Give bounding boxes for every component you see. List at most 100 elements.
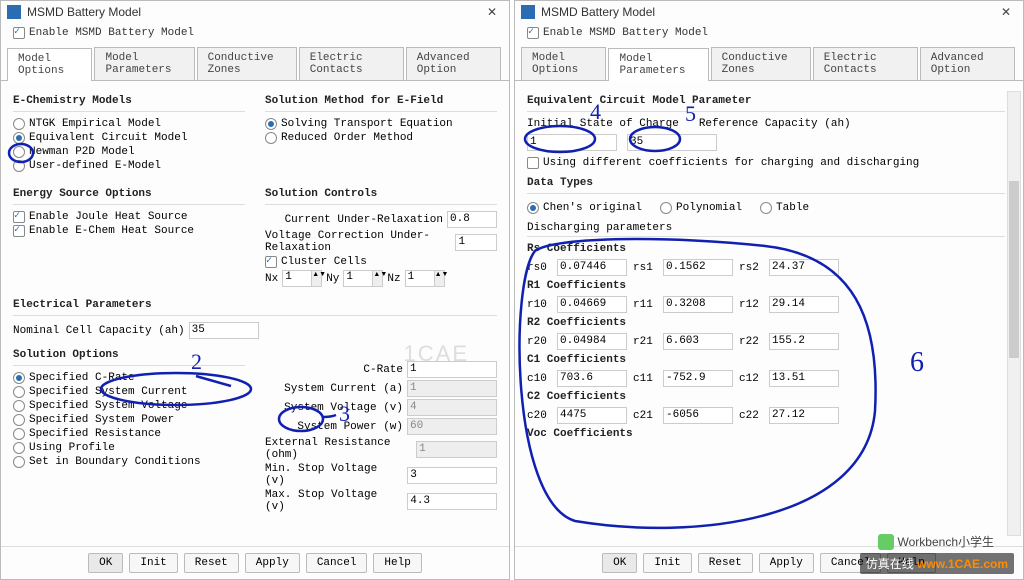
- input-c22[interactable]: 27.12: [769, 407, 839, 424]
- radio-bc[interactable]: [13, 456, 25, 468]
- radio-poly[interactable]: [660, 202, 672, 214]
- tab-model-parameters-r[interactable]: Model Parameters: [608, 48, 708, 81]
- input-r22[interactable]: 155.2: [769, 333, 839, 350]
- wechat-icon: [878, 534, 894, 550]
- label-r10: r10: [527, 299, 551, 311]
- chk-echem-heat[interactable]: [13, 225, 25, 237]
- btn-ok-r[interactable]: OK: [602, 553, 637, 573]
- btn-reset-r[interactable]: Reset: [698, 553, 753, 573]
- radio-ecm[interactable]: [13, 132, 25, 144]
- radio-ntgk[interactable]: [13, 118, 25, 130]
- label-rs1: rs1: [633, 262, 657, 274]
- chk-joule[interactable]: [13, 211, 25, 223]
- btn-init-r[interactable]: Init: [643, 553, 691, 573]
- radio-crate[interactable]: [13, 372, 25, 384]
- input-r10[interactable]: 0.04669: [557, 296, 627, 313]
- dt-heading: Data Types: [527, 177, 1005, 189]
- tabs: Model Options Model Parameters Conductiv…: [1, 47, 509, 81]
- stepper-nx[interactable]: 1▲▼: [282, 270, 322, 287]
- radio-syscur[interactable]: [13, 386, 25, 398]
- btn-apply[interactable]: Apply: [245, 553, 300, 573]
- window-left: MSMD Battery Model ✕ Enable MSMD Battery…: [0, 0, 510, 580]
- panel-model-parameters: Equivalent Circuit Model Parameter Initi…: [515, 81, 1023, 546]
- solmethod-heading: Solution Method for E-Field: [265, 95, 497, 107]
- label-echem-heat: Enable E-Chem Heat Source: [29, 225, 194, 237]
- label-reduced: Reduced Order Method: [281, 132, 413, 144]
- label-profile: Using Profile: [29, 442, 115, 454]
- close-icon[interactable]: ✕: [481, 5, 503, 19]
- label-cur-relax: Current Under-Relaxation: [285, 214, 443, 226]
- label-crate-val: C-Rate: [363, 364, 403, 376]
- input-rs1[interactable]: 0.1562: [663, 259, 733, 276]
- radio-chen[interactable]: [527, 202, 539, 214]
- btn-init[interactable]: Init: [129, 553, 177, 573]
- tab-electric-contacts-r[interactable]: Electric Contacts: [813, 47, 918, 80]
- input-rs2[interactable]: 24.37: [769, 259, 839, 276]
- btn-help[interactable]: Help: [373, 553, 421, 573]
- tab-advanced-option[interactable]: Advanced Option: [406, 47, 501, 80]
- input-c10[interactable]: 703.6: [557, 370, 627, 387]
- input-c20[interactable]: 4475: [557, 407, 627, 424]
- label-r20: r20: [527, 336, 551, 348]
- tab-model-parameters[interactable]: Model Parameters: [94, 47, 194, 80]
- input-r21[interactable]: 6.603: [663, 333, 733, 350]
- title-bar-r: MSMD Battery Model ✕: [515, 1, 1023, 23]
- scrollbar[interactable]: [1007, 91, 1021, 536]
- input-rs0[interactable]: 0.07446: [557, 259, 627, 276]
- input-c21[interactable]: -6056: [663, 407, 733, 424]
- input-minstop[interactable]: 3: [407, 467, 497, 484]
- label-refcap: Reference Capacity (ah): [699, 118, 851, 130]
- btn-reset[interactable]: Reset: [184, 553, 239, 573]
- label-syscur-val: System Current (a): [284, 383, 403, 395]
- label-r11: r11: [633, 299, 657, 311]
- radio-user[interactable]: [13, 160, 25, 172]
- chk-diffcoef[interactable]: [527, 157, 539, 169]
- btn-apply-r[interactable]: Apply: [759, 553, 814, 573]
- radio-profile[interactable]: [13, 442, 25, 454]
- input-nom-cap[interactable]: 35: [189, 322, 259, 339]
- btn-ok[interactable]: OK: [88, 553, 123, 573]
- disch-heading: Discharging parameters: [527, 222, 1005, 234]
- input-volt-relax[interactable]: 1: [455, 234, 497, 251]
- chk-cluster[interactable]: [265, 256, 277, 268]
- close-icon-r[interactable]: ✕: [995, 5, 1017, 19]
- tab-advanced-option-r[interactable]: Advanced Option: [920, 47, 1015, 80]
- label-poly: Polynomial: [676, 202, 742, 214]
- stepper-ny[interactable]: 1▲▼: [343, 270, 383, 287]
- input-r12[interactable]: 29.14: [769, 296, 839, 313]
- radio-reduced[interactable]: [265, 132, 277, 144]
- radio-syspow[interactable]: [13, 414, 25, 426]
- window-title-r: MSMD Battery Model: [541, 5, 989, 19]
- label-ny: Ny: [326, 273, 339, 285]
- input-refcap[interactable]: 35: [627, 134, 717, 151]
- c2-title: C2 Coefficients: [527, 391, 1005, 403]
- enable-model-checkbox[interactable]: [13, 27, 25, 39]
- radio-res[interactable]: [13, 428, 25, 440]
- tab-model-options[interactable]: Model Options: [7, 48, 92, 81]
- tab-model-options-r[interactable]: Model Options: [521, 47, 606, 80]
- tab-electric-contacts[interactable]: Electric Contacts: [299, 47, 404, 80]
- label-maxstop-val: Max. Stop Voltage (v): [265, 489, 403, 513]
- enable-model-label: Enable MSMD Battery Model: [29, 27, 194, 39]
- input-r11[interactable]: 0.3208: [663, 296, 733, 313]
- label-minstop-val: Min. Stop Voltage (v): [265, 463, 403, 487]
- stepper-nz[interactable]: 1▲▼: [405, 270, 445, 287]
- label-sysvolt: Specified System Voltage: [29, 400, 187, 412]
- radio-sysvolt[interactable]: [13, 400, 25, 412]
- radio-transport[interactable]: [265, 118, 277, 130]
- tab-conductive-zones[interactable]: Conductive Zones: [197, 47, 297, 80]
- label-syspow: Specified System Power: [29, 414, 174, 426]
- input-c11[interactable]: -752.9: [663, 370, 733, 387]
- input-maxstop[interactable]: 4.3: [407, 493, 497, 510]
- input-r20[interactable]: 0.04984: [557, 333, 627, 350]
- input-cur-relax[interactable]: 0.8: [447, 211, 497, 228]
- btn-cancel[interactable]: Cancel: [306, 553, 368, 573]
- radio-p2d[interactable]: [13, 146, 25, 158]
- input-isoc[interactable]: 1: [527, 134, 617, 151]
- input-c12[interactable]: 13.51: [769, 370, 839, 387]
- label-ecm: Equivalent Circuit Model: [29, 132, 187, 144]
- tab-conductive-zones-r[interactable]: Conductive Zones: [711, 47, 811, 80]
- enable-model-checkbox-r[interactable]: [527, 27, 539, 39]
- radio-table[interactable]: [760, 202, 772, 214]
- label-volt-relax: Voltage Correction Under-Relaxation: [265, 230, 451, 254]
